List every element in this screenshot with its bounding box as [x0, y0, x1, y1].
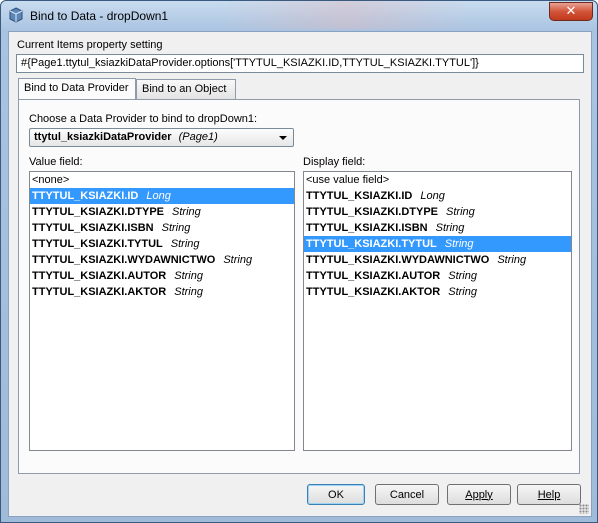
tab-bind-to-data-provider[interactable]: Bind to Data Provider — [18, 78, 136, 99]
list-item[interactable]: TTYTUL_KSIAZKI.DTYPE String — [30, 204, 294, 220]
list-item[interactable]: TTYTUL_KSIAZKI.TYTUL String — [30, 236, 294, 252]
app-icon — [9, 7, 23, 23]
list-item[interactable]: TTYTUL_KSIAZKI.ISBN String — [304, 220, 571, 236]
list-item[interactable]: TTYTUL_KSIAZKI.TYTUL String — [304, 236, 571, 252]
field-name: TTYTUL_KSIAZKI.ISBN — [306, 222, 428, 234]
list-item[interactable]: TTYTUL_KSIAZKI.WYDAWNICTWO String — [30, 252, 294, 268]
list-item[interactable]: TTYTUL_KSIAZKI.AUTOR String — [30, 268, 294, 284]
field-type: String — [446, 206, 475, 218]
data-provider-dropdown[interactable]: ttytul_ksiazkiDataProvider (Page1) — [29, 128, 294, 147]
field-type: Long — [420, 190, 445, 202]
field-name: TTYTUL_KSIAZKI.DTYPE — [306, 206, 439, 218]
field-name: TTYTUL_KSIAZKI.AUTOR — [32, 270, 167, 282]
list-item[interactable]: <none> — [30, 172, 294, 188]
list-item[interactable]: <use value field> — [304, 172, 571, 188]
field-name: TTYTUL_KSIAZKI.ID — [306, 190, 413, 202]
field-name: TTYTUL_KSIAZKI.AKTOR — [306, 286, 441, 298]
ok-button[interactable]: OK — [307, 484, 365, 505]
ok-button-label: OK — [328, 488, 344, 501]
tab-bind-to-an-object[interactable]: Bind to an Object — [136, 79, 236, 99]
property-value-field[interactable]: #{Page1.ttytul_ksiazkiDataProvider.optio… — [16, 54, 584, 73]
list-item[interactable]: TTYTUL_KSIAZKI.ISBN String — [30, 220, 294, 236]
display-field-label: Display field: — [303, 156, 366, 168]
field-type: String — [174, 286, 203, 298]
provider-scope: (Page1) — [178, 131, 218, 143]
property-label: Current Items property setting — [17, 39, 163, 51]
apply-button[interactable]: Apply — [447, 484, 511, 505]
cancel-button[interactable]: Cancel — [375, 484, 439, 505]
field-type: String — [161, 222, 191, 234]
provider-label: Choose a Data Provider to bind to dropDo… — [29, 113, 258, 125]
close-icon: ✕ — [565, 4, 577, 19]
field-type: String — [170, 238, 200, 250]
field-type: Long — [146, 190, 171, 202]
dialog-content: Current Items property setting #{Page1.t… — [8, 31, 592, 517]
field-name: TTYTUL_KSIAZKI.TYTUL — [32, 238, 163, 250]
field-name: <none> — [32, 174, 70, 186]
field-name: TTYTUL_KSIAZKI.ISBN — [32, 222, 154, 234]
tab-panel: Choose a Data Provider to bind to dropDo… — [18, 99, 580, 474]
field-name: TTYTUL_KSIAZKI.TYTUL — [306, 238, 437, 250]
field-name: TTYTUL_KSIAZKI.AKTOR — [32, 286, 167, 298]
property-label-text: Current Items property setting — [17, 39, 163, 51]
list-item[interactable]: TTYTUL_KSIAZKI.AKTOR String — [304, 284, 571, 300]
help-button[interactable]: Help — [517, 484, 581, 505]
list-item[interactable]: TTYTUL_KSIAZKI.DTYPE String — [304, 204, 571, 220]
field-type: String — [172, 206, 201, 218]
list-item[interactable]: TTYTUL_KSIAZKI.ID Long — [304, 188, 571, 204]
field-type: String — [435, 222, 465, 234]
dialog-window: Bind to Data - dropDown1 ✕ Current Items… — [0, 0, 598, 523]
window-title: Bind to Data - dropDown1 — [30, 9, 169, 23]
display-field-list[interactable]: <use value field> TTYTUL_KSIAZKI.ID Long TT… — [303, 171, 572, 451]
field-type: String — [448, 286, 477, 298]
title-bar[interactable]: Bind to Data - dropDown1 ✕ — [1, 1, 597, 31]
chevron-down-icon[interactable] — [279, 136, 287, 140]
field-name: TTYTUL_KSIAZKI.DTYPE — [32, 206, 165, 218]
cancel-button-label: Cancel — [389, 488, 425, 501]
field-name: TTYTUL_KSIAZKI.ID — [32, 190, 139, 202]
field-type: String — [174, 270, 203, 282]
field-name: TTYTUL_KSIAZKI.WYDAWNICTWO — [32, 254, 216, 266]
title-bar-background — [221, 1, 471, 29]
list-item[interactable]: TTYTUL_KSIAZKI.WYDAWNICTWO String — [304, 252, 571, 268]
field-name: TTYTUL_KSIAZKI.WYDAWNICTWO — [306, 254, 490, 266]
value-field-label: Value field: — [29, 156, 83, 168]
list-item[interactable]: TTYTUL_KSIAZKI.AKTOR String — [30, 284, 294, 300]
field-type: String — [448, 270, 477, 282]
apply-button-label: Apply — [465, 488, 493, 501]
list-item[interactable]: TTYTUL_KSIAZKI.ID Long — [30, 188, 294, 204]
close-button[interactable]: ✕ — [549, 2, 593, 21]
field-type: String — [444, 238, 474, 250]
field-type: String — [497, 254, 527, 266]
help-button-label: Help — [537, 488, 561, 501]
provider-name: ttytul_ksiazkiDataProvider — [34, 131, 172, 143]
resize-grip-icon[interactable] — [579, 504, 589, 514]
list-item[interactable]: TTYTUL_KSIAZKI.AUTOR String — [304, 268, 571, 284]
field-type: String — [223, 254, 253, 266]
field-name: TTYTUL_KSIAZKI.AUTOR — [306, 270, 441, 282]
value-field-list[interactable]: <none> TTYTUL_KSIAZKI.ID Long TTYTUL_KSIAZK… — [29, 171, 295, 451]
field-name: <use value field> — [306, 174, 390, 186]
